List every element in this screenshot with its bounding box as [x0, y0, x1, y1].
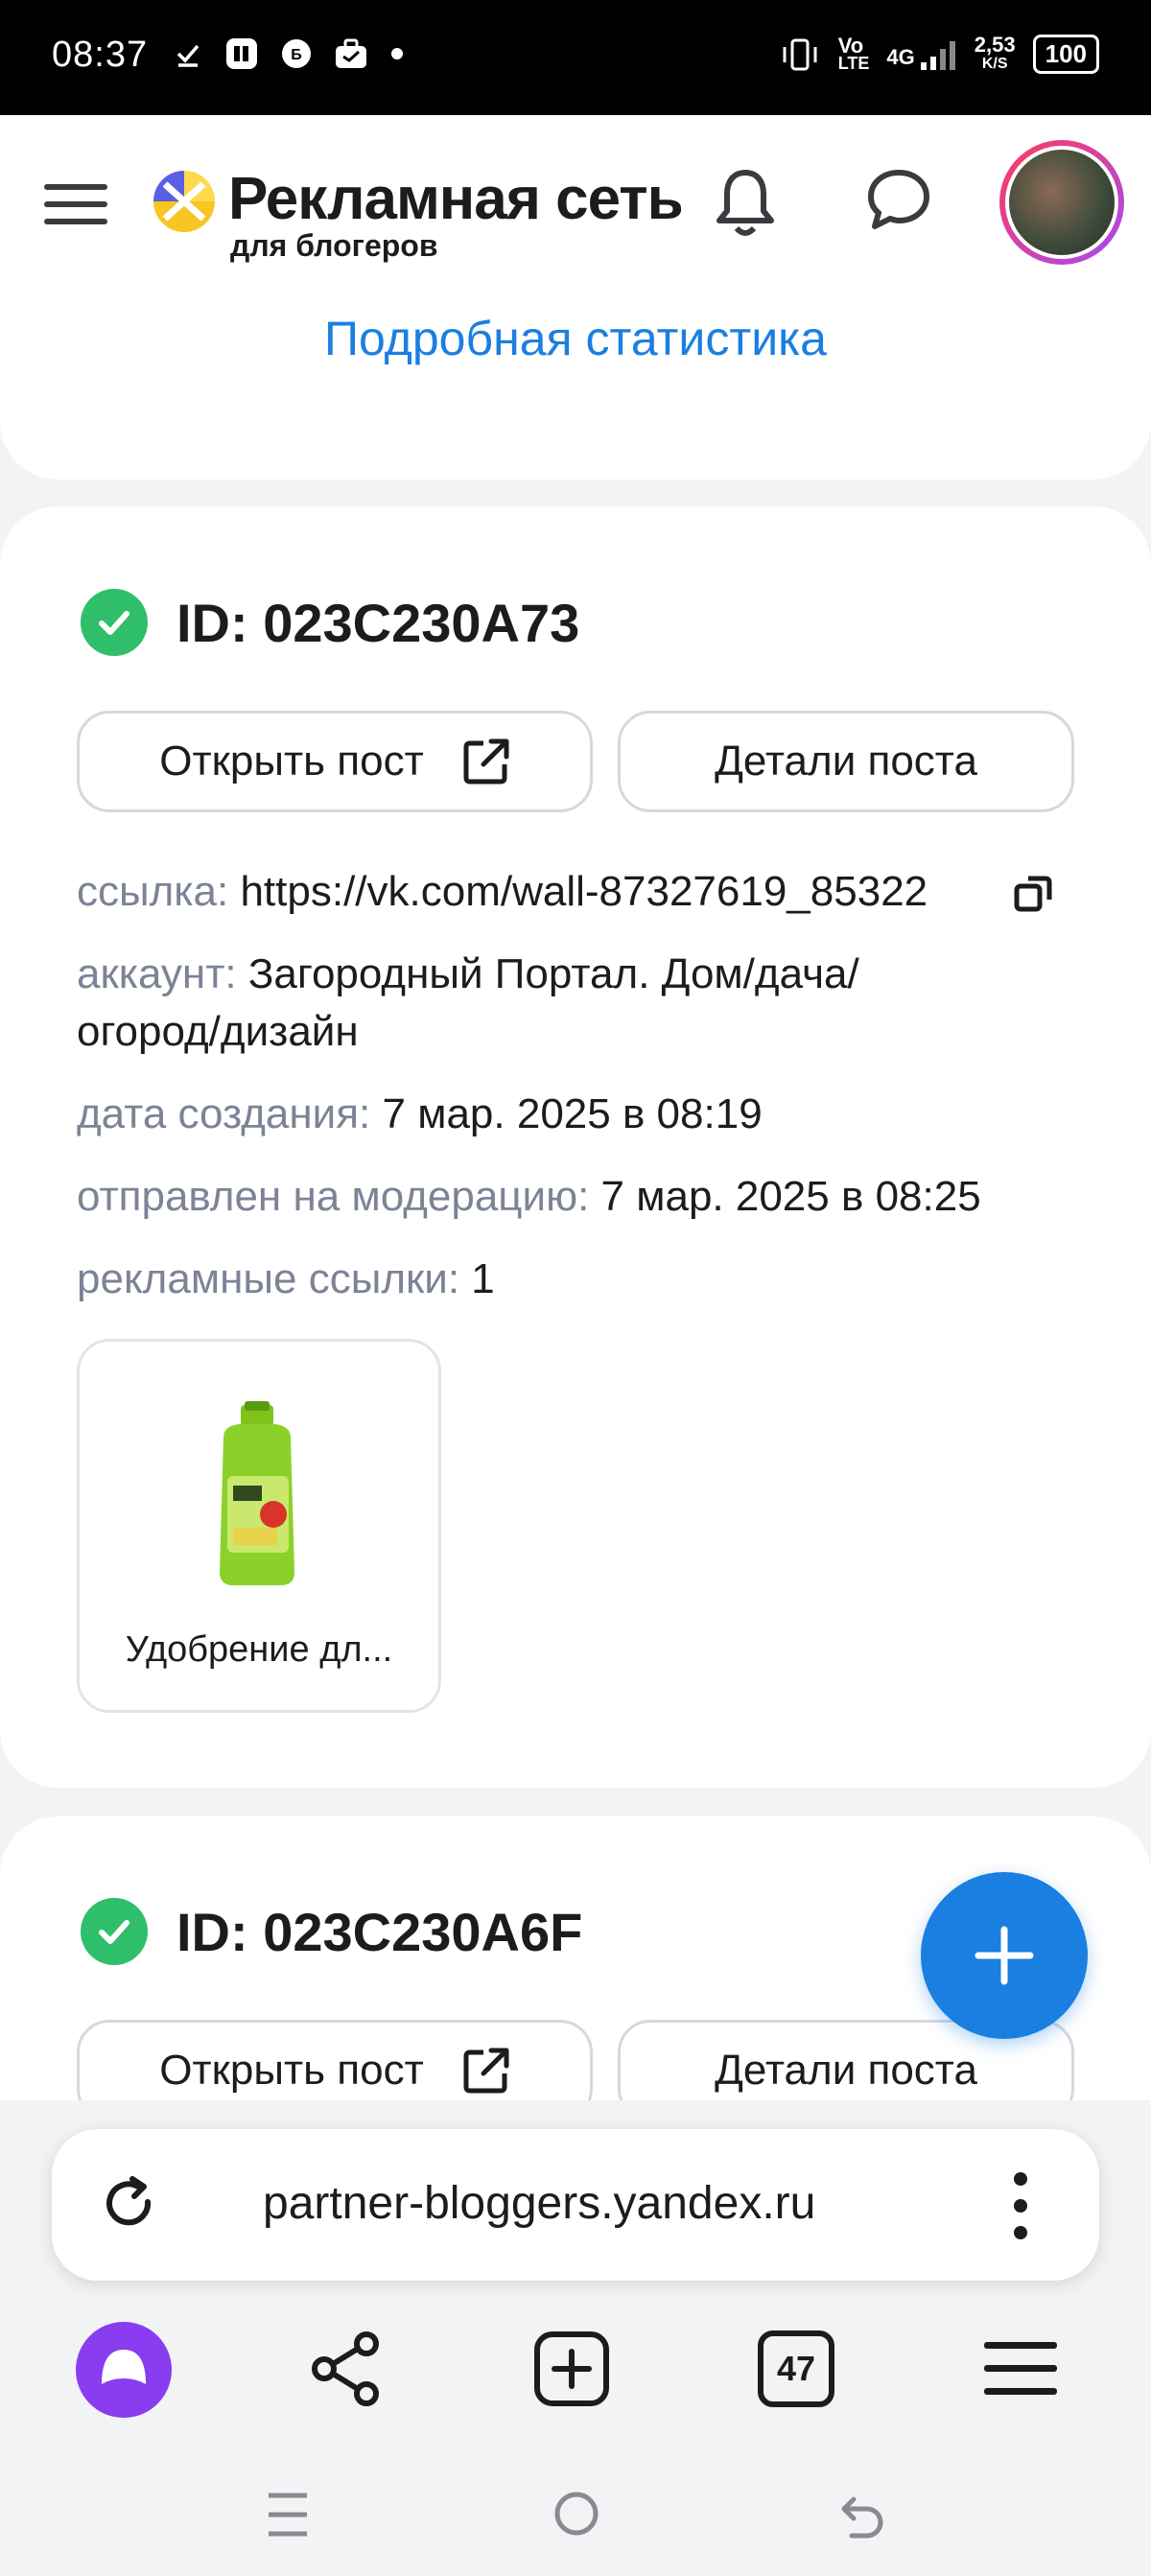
- more-vertical-icon[interactable]: [1011, 2171, 1030, 2240]
- post-account-key: аккаунт:: [77, 950, 237, 997]
- brand-logo-icon: [153, 171, 215, 232]
- system-icons: Vo LTE 4G 2,53 K/S 100: [779, 32, 1099, 74]
- add-post-fab[interactable]: [921, 1872, 1088, 2039]
- vibrate-icon: [783, 38, 817, 70]
- app-notification-icon: [226, 38, 257, 69]
- address-bar[interactable]: partner-bloggers.yandex.ru: [52, 2129, 1099, 2281]
- download-done-icon: [176, 44, 200, 67]
- volte-indicator: Vo LTE: [837, 33, 870, 73]
- alice-assistant-icon[interactable]: [75, 2321, 173, 2419]
- post-id-row: ID: 023C230A73: [81, 589, 579, 656]
- approved-check-icon: [81, 1898, 148, 1965]
- brand-subtitle: для блогеров: [230, 228, 438, 263]
- bank-notification-icon: Б: [282, 39, 311, 68]
- chat-bubble-icon[interactable]: [865, 167, 932, 232]
- post-account-value-line2: огород/дизайн: [77, 1008, 359, 1055]
- post-link-value[interactable]: https://vk.com/wall-87327619_85322: [240, 868, 928, 915]
- new-tab-icon[interactable]: [533, 2330, 610, 2407]
- net-speed-value: 2,53: [974, 32, 1016, 57]
- signal-4g-label: 4G: [886, 44, 915, 69]
- home-icon[interactable]: [552, 2490, 600, 2538]
- signal-4g-indicator: 4G: [886, 39, 956, 70]
- volte-vo-label: Vo: [837, 33, 864, 58]
- post-account-row: аккаунт: Загородный Портал. Дом/дача/ ог…: [77, 946, 859, 1061]
- external-link-icon: [463, 2048, 509, 2094]
- system-nav-bar: [0, 2474, 1151, 2570]
- post-adlinks-row: рекламные ссылки: 1: [77, 1251, 495, 1308]
- post-id: ID: 023C230A73: [176, 592, 580, 653]
- post-moderation-row: отправлен на модерацию: 7 мар. 2025 в 08…: [77, 1168, 981, 1226]
- share-icon[interactable]: [307, 2330, 384, 2407]
- browser-bottom-panel: partner-bloggers.yandex.ru 47: [0, 2100, 1151, 2576]
- open-post-button[interactable]: Открыть пост: [77, 711, 593, 812]
- back-icon[interactable]: [838, 2490, 886, 2540]
- post-moderation-value: 7 мар. 2025 в 08:25: [600, 1173, 981, 1220]
- detailed-stats-link[interactable]: Подробная статистика: [0, 311, 1151, 366]
- approved-check-icon: [81, 589, 148, 656]
- plus-icon: [975, 1926, 1034, 1985]
- status-time: 08:37: [52, 35, 149, 75]
- external-link-icon: [463, 738, 509, 785]
- open-post-label: Открыть пост: [159, 738, 424, 785]
- ad-product-card[interactable]: Удобрение дл...: [77, 1339, 441, 1713]
- tabs-counter-button[interactable]: 47: [758, 2330, 834, 2407]
- post-created-key: дата создания:: [77, 1090, 371, 1137]
- post-moderation-key: отправлен на модерацию:: [77, 1173, 590, 1220]
- reload-icon[interactable]: [100, 2173, 161, 2235]
- address-bar-url[interactable]: partner-bloggers.yandex.ru: [263, 2177, 815, 2230]
- open-post-label: Открыть пост: [159, 2047, 424, 2094]
- post-created-value: 7 мар. 2025 в 08:19: [382, 1090, 763, 1137]
- more-dot-icon: [391, 48, 403, 59]
- app-header: Рекламная сеть для блогеров: [0, 115, 1151, 293]
- notification-icons: Б: [173, 36, 405, 71]
- post-link-row: ссылка: https://vk.com/wall-87327619_853…: [77, 863, 928, 921]
- stats-card: Подробная статистика: [0, 269, 1151, 480]
- status-bar: 08:37 Б Vo LTE 4G 2,53 K/S 100: [0, 0, 1151, 115]
- post-account-value-line1: Загородный Портал. Дом/дача/: [247, 950, 859, 997]
- post-link-key: ссылка:: [77, 868, 229, 915]
- browser-menu-icon[interactable]: [982, 2338, 1059, 2400]
- copy-icon[interactable]: [1013, 873, 1055, 915]
- bell-icon[interactable]: [716, 165, 775, 238]
- post-details-label: Детали поста: [715, 2047, 977, 2094]
- tabs-count: 47: [776, 2349, 816, 2388]
- recent-apps-icon[interactable]: [265, 2490, 311, 2540]
- briefcase-notification-icon: [336, 38, 366, 68]
- post-id: ID: 023C230A6F: [176, 1901, 583, 1962]
- browser-toolbar: 47: [0, 2321, 1151, 2436]
- svg-text:Б: Б: [291, 47, 302, 63]
- product-bottle-image: [220, 1401, 294, 1585]
- post-details-label: Детали поста: [715, 738, 977, 785]
- battery-indicator: 100: [1032, 35, 1099, 74]
- product-caption: Удобрение дл...: [125, 1629, 393, 1670]
- user-avatar[interactable]: [999, 140, 1124, 265]
- post-adlinks-value: 1: [471, 1255, 495, 1302]
- post-id-row: ID: 023C230A6F: [81, 1898, 582, 1965]
- post-created-row: дата создания: 7 мар. 2025 в 08:19: [77, 1086, 763, 1143]
- post-details-button[interactable]: Детали поста: [618, 711, 1074, 812]
- post-adlinks-key: рекламные ссылки:: [77, 1255, 460, 1302]
- hamburger-menu-icon[interactable]: [42, 180, 109, 228]
- brand-title[interactable]: Рекламная сеть: [228, 165, 684, 233]
- net-speed: 2,53 K/S: [974, 32, 1016, 74]
- signal-strength-icon: [920, 40, 955, 70]
- volte-lte-label: LTE: [837, 53, 870, 73]
- net-speed-unit: K/S: [981, 55, 1008, 72]
